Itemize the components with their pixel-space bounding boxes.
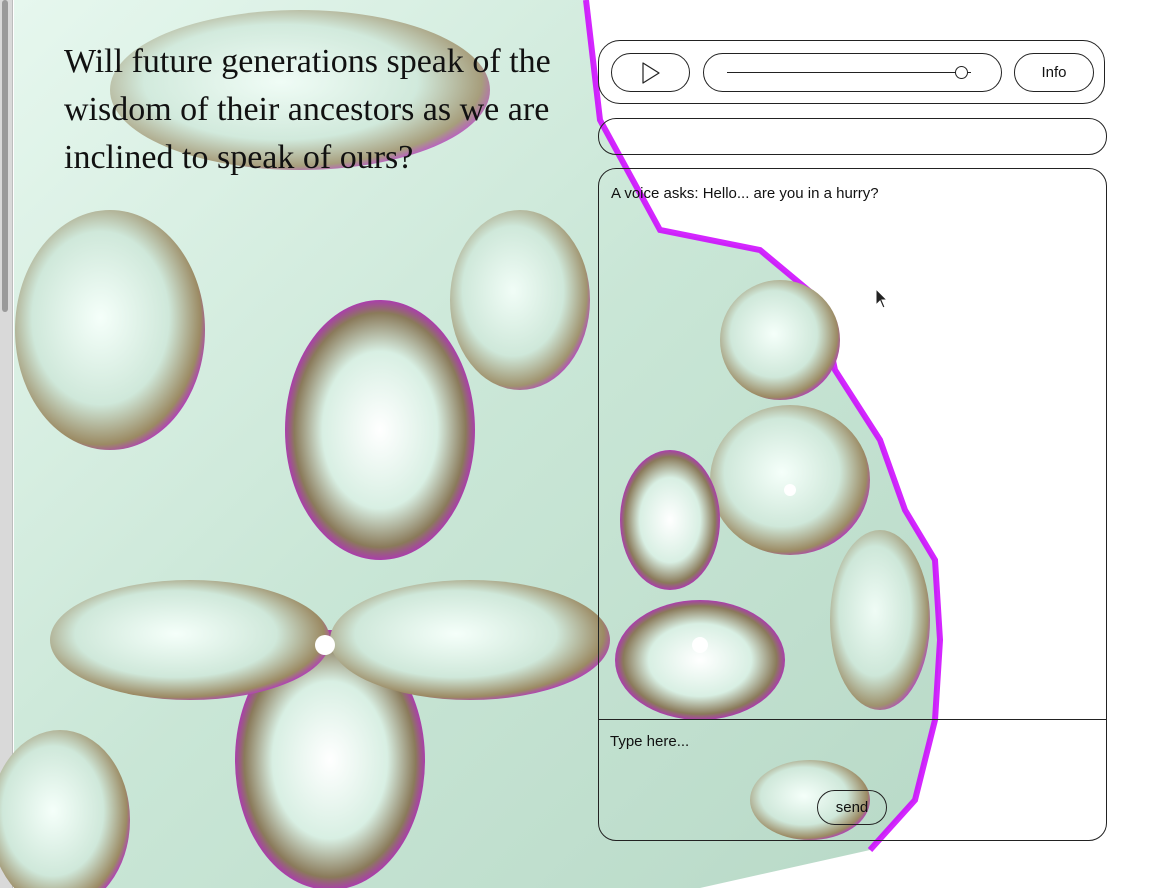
play-icon [641,61,660,84]
send-button[interactable]: send [817,790,887,825]
chat-log: A voice asks: Hello... are you in a hurr… [599,169,1106,720]
volume-slider-thumb[interactable] [954,66,968,79]
art-petal [330,580,610,700]
quote-heading: Will future generations speak of the wis… [64,43,551,176]
art-petal [450,210,590,390]
chat-panel: A voice asks: Hello... are you in a hurr… [598,168,1107,841]
chat-message: A voice asks: Hello... are you in a hurr… [611,185,879,202]
mouse-cursor-icon [875,288,889,309]
volume-slider-track[interactable] [727,72,971,73]
art-flower-center [315,635,335,655]
art-petal [15,210,205,450]
play-button[interactable] [611,53,690,92]
art-petal [285,300,475,560]
status-bar [598,118,1107,155]
player-controls: Info [598,40,1105,104]
app-window: Will future generations speak of the wis… [0,0,1151,888]
art-petal [50,580,330,700]
chat-input[interactable] [599,721,1106,791]
info-button[interactable]: Info [1014,53,1094,92]
volume-slider[interactable] [703,53,1002,92]
